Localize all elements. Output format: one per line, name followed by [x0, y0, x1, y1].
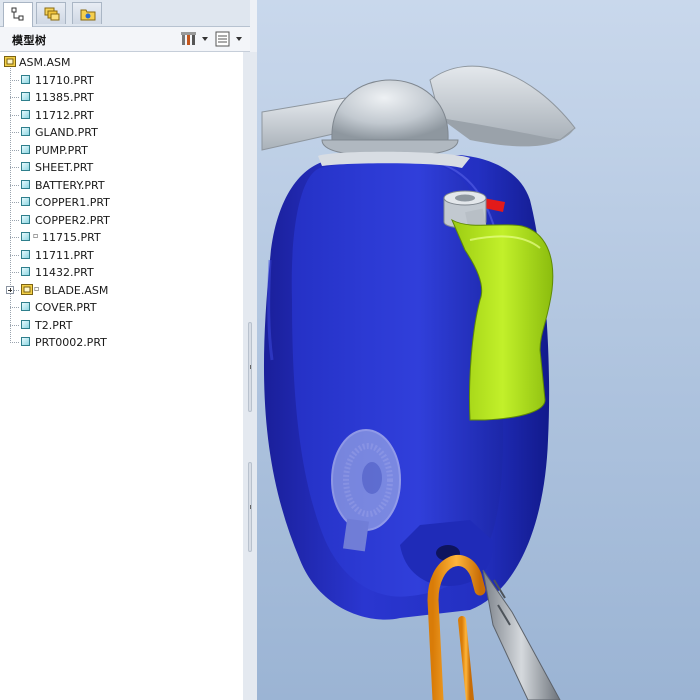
layers-icon — [44, 7, 60, 21]
tree-item-subassembly[interactable]: ▫ BLADE.ASM — [0, 282, 240, 299]
tree-item-label: 11715.PRT — [42, 231, 101, 244]
model-tree-panel: 模型树 ASM.ASM 11710.PRT 11385.PRT 11712.PR… — [0, 0, 250, 700]
hook-gate-rod — [482, 569, 561, 700]
tree-settings-button[interactable] — [180, 30, 208, 48]
splitter-grip-lower[interactable] — [248, 462, 252, 552]
part-icon — [21, 162, 30, 171]
tab-layers[interactable] — [36, 2, 66, 24]
part-icon — [21, 232, 30, 241]
tree-item[interactable]: PUMP.PRT — [0, 142, 240, 159]
model-tree-title: 模型树 — [12, 34, 47, 47]
favorites-folder-icon — [80, 9, 96, 21]
tree-item[interactable]: 11385.PRT — [0, 89, 240, 106]
tree-item-label: BLADE.ASM — [44, 283, 109, 297]
tab-favorites[interactable] — [72, 2, 102, 24]
part-icon — [21, 249, 30, 259]
tree-item[interactable]: GLAND.PRT — [0, 124, 240, 141]
tree-item[interactable]: ▫ 11715.PRT — [0, 229, 240, 246]
part-icon — [21, 179, 30, 189]
tab-model-tree[interactable] — [3, 2, 33, 27]
part-icon — [21, 197, 30, 206]
tree-settings-icon — [181, 32, 196, 45]
tree-item-label: 11385.PRT — [35, 91, 94, 104]
tree-item[interactable]: COVER.PRT — [0, 299, 240, 316]
tree-item[interactable]: T2.PRT — [0, 317, 240, 334]
tree-item[interactable]: BATTERY.PRT — [0, 177, 240, 194]
tree-root-asm[interactable]: ASM.ASM — [0, 54, 240, 71]
tree-item-label: 11710.PRT — [35, 73, 94, 87]
part-icon — [21, 127, 30, 136]
tree-item[interactable]: 11712.PRT — [0, 107, 240, 124]
model-tree[interactable]: ASM.ASM 11710.PRT 11385.PRT 11712.PRT GL… — [0, 52, 244, 700]
tree-item-label: PUMP.PRT — [35, 143, 88, 157]
tree-item-label: GLAND.PRT — [35, 126, 98, 139]
model-tree-icon — [11, 7, 24, 21]
tree-item[interactable]: COPPER1.PRT — [0, 194, 240, 211]
tree-root-label: ASM.ASM — [19, 56, 71, 69]
tree-item[interactable]: COPPER2.PRT — [0, 212, 240, 229]
part-icon — [21, 109, 30, 119]
assembly-icon — [4, 56, 16, 67]
part-icon — [21, 319, 30, 329]
tree-item-label: 11711.PRT — [35, 248, 94, 262]
tree-item-label: COPPER1.PRT — [35, 196, 110, 209]
placement-pin-icon: ▫ — [33, 231, 39, 240]
part-icon — [21, 302, 30, 311]
part-icon — [21, 267, 30, 276]
tree-item[interactable]: 11711.PRT — [0, 247, 240, 264]
model-render[interactable] — [257, 0, 700, 700]
placement-pin-icon: ▫ — [34, 283, 40, 293]
tree-item[interactable]: 11432.PRT — [0, 264, 240, 281]
model-tree-header: 模型树 — [0, 27, 250, 52]
tree-item-label: BATTERY.PRT — [35, 178, 105, 192]
tree-item-label: 11712.PRT — [35, 108, 94, 122]
panel-splitter[interactable] — [243, 52, 257, 700]
tree-item[interactable]: PRT0002.PRT — [0, 334, 240, 351]
assembly-icon — [21, 283, 33, 295]
part-icon — [21, 144, 30, 154]
tree-columns-icon — [215, 31, 230, 47]
part-icon — [21, 214, 30, 224]
splitter-grip-upper[interactable] — [248, 322, 252, 412]
part-icon — [21, 74, 30, 84]
tree-item-label: COVER.PRT — [35, 301, 97, 314]
graphics-viewport[interactable] — [257, 0, 700, 700]
tree-item[interactable]: 11710.PRT — [0, 72, 240, 89]
tree-columns-button[interactable] — [214, 30, 242, 48]
tree-item-label: COPPER2.PRT — [35, 213, 110, 227]
tree-item-label: T2.PRT — [35, 318, 73, 332]
tree-item-label: SHEET.PRT — [35, 161, 94, 174]
top-cap — [331, 79, 449, 141]
part-icon — [21, 92, 30, 101]
part-icon — [21, 337, 30, 346]
tree-item-label: 11432.PRT — [35, 266, 94, 279]
tree-item-label: PRT0002.PRT — [35, 336, 107, 349]
tree-item[interactable]: SHEET.PRT — [0, 159, 240, 176]
navigator-tab-strip — [0, 0, 250, 27]
expand-toggle-icon[interactable] — [6, 285, 14, 294]
